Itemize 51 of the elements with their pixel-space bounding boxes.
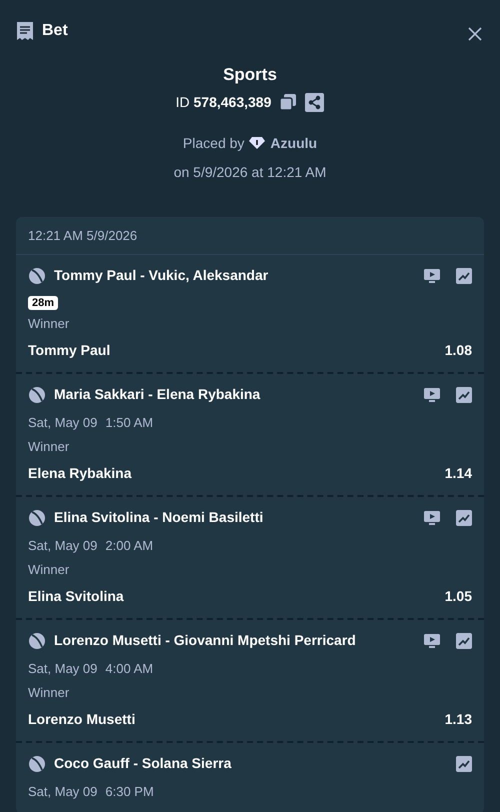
live-stream-icon[interactable] bbox=[424, 510, 440, 524]
selection-name: Tommy Paul bbox=[28, 341, 110, 360]
username-link[interactable]: Azuulu bbox=[270, 132, 318, 154]
bet-id: ID 578,463,389 bbox=[176, 92, 272, 112]
match-date: Sat, May 09 bbox=[28, 660, 98, 678]
placed-by-label: Placed by bbox=[182, 134, 244, 153]
odds-value: 1.08 bbox=[444, 341, 472, 360]
match-time: 2:00 AM bbox=[105, 537, 154, 555]
diamond-icon bbox=[248, 136, 266, 150]
live-stream-icon[interactable] bbox=[424, 388, 440, 402]
selection-name: Elena Rybakina bbox=[28, 464, 132, 483]
market-name: Winner bbox=[28, 562, 70, 577]
stats-icon[interactable] bbox=[456, 386, 472, 402]
match-time: 6:30 PM bbox=[105, 783, 154, 801]
copy-icon[interactable] bbox=[279, 93, 298, 111]
match-title[interactable]: Tommy Paul - Vukic, Aleksandar bbox=[54, 265, 416, 286]
match-date: Sat, May 09 bbox=[28, 537, 98, 555]
tennis-ball-icon bbox=[28, 754, 46, 772]
match-title[interactable]: Lorenzo Musetti - Giovanni Mpetshi Perricard bbox=[54, 630, 416, 651]
match-time: 1:50 AM bbox=[105, 414, 154, 432]
match-title[interactable]: Elina Svitolina - Noemi Basiletti bbox=[54, 507, 416, 528]
tennis-ball-icon bbox=[28, 508, 46, 526]
selection-name: Elina Svitolina bbox=[28, 587, 124, 606]
stats-icon[interactable] bbox=[456, 632, 472, 648]
stats-icon[interactable] bbox=[456, 268, 472, 284]
receipt-icon bbox=[16, 21, 34, 41]
stats-icon[interactable] bbox=[456, 510, 472, 526]
tennis-ball-icon bbox=[28, 632, 46, 650]
match-date: Sat, May 09 bbox=[28, 783, 98, 801]
selection-name: Lorenzo Musetti bbox=[28, 710, 136, 729]
market-name: Winner bbox=[28, 316, 70, 331]
bet-type-title: Sports bbox=[222, 64, 278, 86]
odds-value: 1.13 bbox=[444, 710, 472, 729]
tennis-ball-icon bbox=[28, 266, 46, 284]
live-stream-icon[interactable] bbox=[424, 634, 440, 648]
market-name: Winner bbox=[28, 685, 70, 700]
odds-value: 1.14 bbox=[444, 464, 472, 483]
panel-title: Bet bbox=[42, 21, 68, 41]
match-title[interactable]: Coco Gauff - Solana Sierra bbox=[54, 753, 448, 774]
tennis-ball-icon bbox=[28, 386, 46, 404]
odds-value: 1.05 bbox=[444, 587, 472, 606]
market-name: Winner bbox=[28, 439, 70, 454]
match-time: 4:00 AM bbox=[105, 660, 154, 678]
match-title[interactable]: Maria Sakkari - Elena Rybakina bbox=[54, 384, 416, 405]
slip-timestamp: 12:21 AM 5/9/2026 bbox=[28, 228, 138, 242]
live-stream-icon[interactable] bbox=[424, 268, 440, 282]
stats-icon[interactable] bbox=[456, 756, 472, 772]
match-date: Sat, May 09 bbox=[28, 414, 98, 432]
live-time-badge: 28m bbox=[28, 296, 58, 310]
placed-date: on 5/9/2026 at 12:21 AM bbox=[172, 162, 328, 182]
share-icon[interactable] bbox=[305, 92, 324, 112]
